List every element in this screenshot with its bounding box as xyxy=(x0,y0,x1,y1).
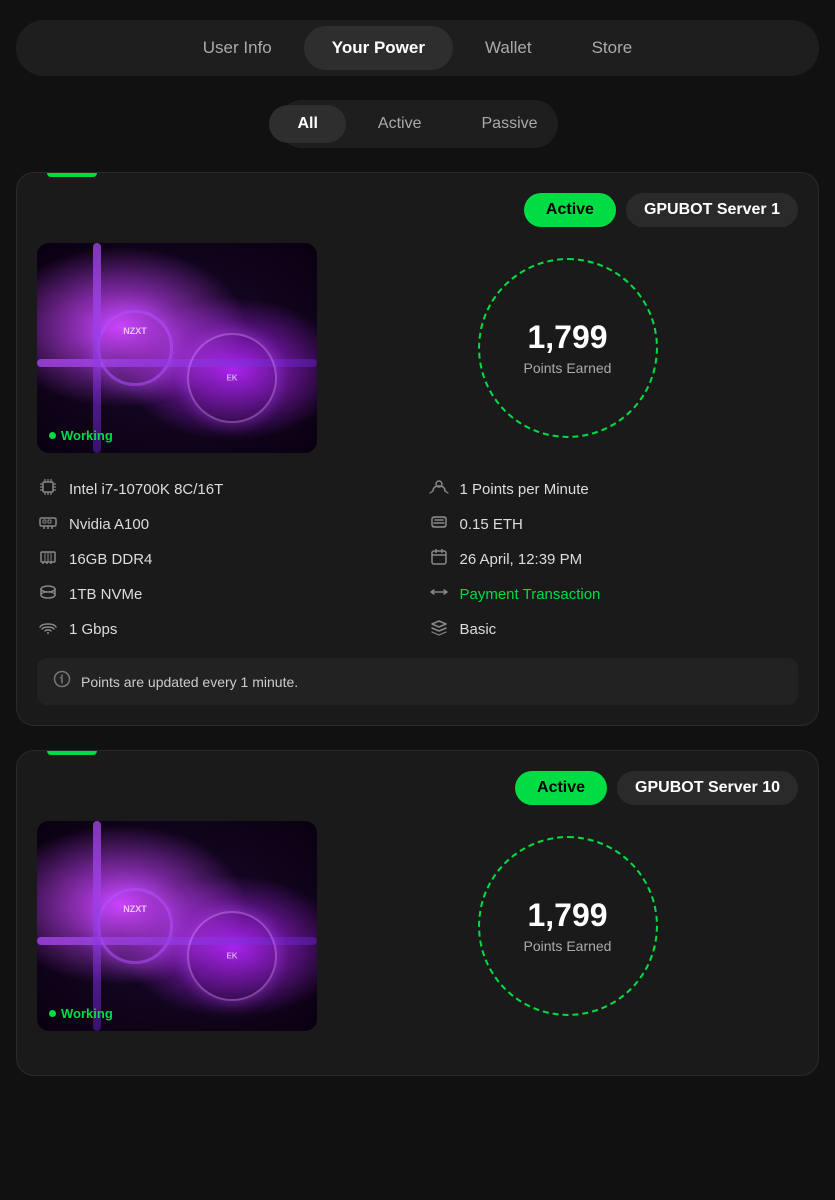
server-name-2: GPUBOT Server 10 xyxy=(617,771,798,805)
spec-tier: Basic xyxy=(428,617,799,642)
server-image-2: Working xyxy=(37,821,317,1031)
points-circle-1: 1,799 Points Earned xyxy=(478,258,658,438)
server-image-1: Working xyxy=(37,243,317,453)
spec-tier-value: Basic xyxy=(460,621,497,638)
active-badge-2: Active xyxy=(515,771,607,805)
eth-icon xyxy=(428,512,450,537)
spec-date-value: 26 April, 12:39 PM xyxy=(460,551,583,568)
spec-cpu: Intel i7-10700K 8C/16T xyxy=(37,477,408,502)
spec-date: 26 April, 12:39 PM xyxy=(428,547,799,572)
cooling-ring-2 xyxy=(187,911,277,1001)
spec-tx: Payment Transaction xyxy=(428,582,799,607)
filter-passive[interactable]: Passive xyxy=(454,105,566,143)
storage-icon xyxy=(37,582,59,607)
server-image-bg-2 xyxy=(37,821,317,1031)
tx-icon xyxy=(428,582,450,607)
info-notice-1: Points are updated every 1 minute. xyxy=(37,658,798,705)
spec-cpu-value: Intel i7-10700K 8C/16T xyxy=(69,481,223,498)
active-badge-1: Active xyxy=(524,193,616,227)
points-rate-icon xyxy=(428,477,450,502)
working-label-1: Working xyxy=(49,428,113,443)
spec-gpu-value: Nvidia A100 xyxy=(69,516,149,533)
spec-network: 1 Gbps xyxy=(37,617,408,642)
points-circle-2: 1,799 Points Earned xyxy=(478,836,658,1016)
spec-network-value: 1 Gbps xyxy=(69,621,117,638)
server-card-2: Active GPUBOT Server 10 Working 1,799 Po… xyxy=(16,750,819,1076)
server-name-1: GPUBOT Server 1 xyxy=(626,193,798,227)
spec-gpu: Nvidia A100 xyxy=(37,512,408,537)
specs-grid-1: Intel i7-10700K 8C/16T 1 Points per Minu… xyxy=(37,477,798,642)
card-header-2: Active GPUBOT Server 10 xyxy=(37,771,798,805)
points-number-1: 1,799 xyxy=(527,320,607,355)
top-navigation: User Info Your Power Wallet Store xyxy=(16,20,819,76)
spec-eth: 0.15 ETH xyxy=(428,512,799,537)
tube-vertical-2 xyxy=(93,821,101,1031)
points-container-1: 1,799 Points Earned xyxy=(337,258,798,438)
working-label-2: Working xyxy=(49,1006,113,1021)
points-label-1: Points Earned xyxy=(524,360,612,376)
card-header-1: Active GPUBOT Server 1 xyxy=(37,193,798,227)
server-card-1: Active GPUBOT Server 1 Working 1,799 Poi… xyxy=(16,172,819,726)
spec-storage-value: 1TB NVMe xyxy=(69,586,142,603)
tab-wallet[interactable]: Wallet xyxy=(457,26,560,70)
tab-store[interactable]: Store xyxy=(564,26,661,70)
points-container-2: 1,799 Points Earned xyxy=(337,836,798,1016)
tube-vertical-1 xyxy=(93,243,101,453)
spec-points-rate: 1 Points per Minute xyxy=(428,477,799,502)
network-icon xyxy=(37,617,59,642)
info-icon-1 xyxy=(53,670,71,693)
filter-all[interactable]: All xyxy=(269,105,345,143)
cooling-ring-1 xyxy=(187,333,277,423)
cpu-icon xyxy=(37,477,59,502)
ram-icon xyxy=(37,547,59,572)
filter-row: All Active Passive xyxy=(278,100,558,148)
points-label-2: Points Earned xyxy=(524,938,612,954)
spec-eth-value: 0.15 ETH xyxy=(460,516,523,533)
card-accent-1 xyxy=(47,173,97,177)
card-accent-2 xyxy=(47,751,97,755)
spec-tx-value[interactable]: Payment Transaction xyxy=(460,586,601,603)
spec-ram-value: 16GB DDR4 xyxy=(69,551,152,568)
gpu-icon xyxy=(37,512,59,537)
tier-icon xyxy=(428,617,450,642)
spec-points-rate-value: 1 Points per Minute xyxy=(460,481,589,498)
spec-ram: 16GB DDR4 xyxy=(37,547,408,572)
working-dot-1 xyxy=(49,432,56,439)
points-number-2: 1,799 xyxy=(527,898,607,933)
tab-your-power[interactable]: Your Power xyxy=(304,26,453,70)
server-image-bg-1 xyxy=(37,243,317,453)
info-notice-text-1: Points are updated every 1 minute. xyxy=(81,674,298,690)
spec-storage: 1TB NVMe xyxy=(37,582,408,607)
filter-active[interactable]: Active xyxy=(350,105,450,143)
date-icon xyxy=(428,547,450,572)
card-body-2: Working 1,799 Points Earned xyxy=(37,821,798,1031)
card-body-1: Working 1,799 Points Earned xyxy=(37,243,798,453)
tab-user-info[interactable]: User Info xyxy=(175,26,300,70)
working-dot-2 xyxy=(49,1010,56,1017)
